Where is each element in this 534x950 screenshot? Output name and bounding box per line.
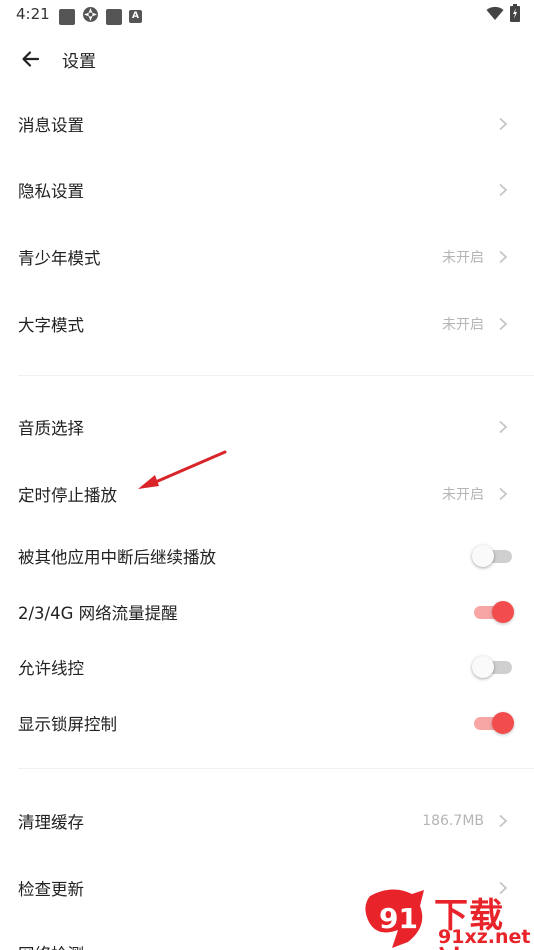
section-divider bbox=[18, 768, 534, 769]
settings-item-audio-quality[interactable]: 音质选择 bbox=[0, 399, 534, 455]
settings-item-label: 允许线控 bbox=[18, 659, 84, 678]
status-notification-icons: A bbox=[59, 6, 142, 27]
lockscreen-control-toggle[interactable] bbox=[472, 710, 514, 736]
settings-item-label: 显示锁屏控制 bbox=[18, 715, 117, 734]
wifi-icon bbox=[486, 6, 504, 25]
settings-item-label: 2/3/4G 网络流量提醒 bbox=[18, 604, 178, 623]
status-bar: 4:21 A bbox=[0, 0, 534, 28]
back-arrow-icon[interactable] bbox=[19, 48, 41, 70]
watermark-logo: 91 bbox=[365, 889, 424, 948]
settings-item-label: 检查更新 bbox=[18, 880, 84, 899]
status-time: 4:21 bbox=[16, 5, 50, 23]
watermark-logo-text: 91 bbox=[379, 902, 418, 935]
square-icon bbox=[106, 8, 122, 25]
settings-item-label: 清理缓存 bbox=[18, 813, 84, 832]
chevron-right-icon bbox=[499, 183, 508, 197]
settings-item-value: 未开启 bbox=[442, 317, 484, 333]
status-system-icons bbox=[486, 4, 520, 26]
section-divider bbox=[18, 375, 534, 376]
settings-item-value: 未开启 bbox=[442, 487, 484, 503]
chevron-right-icon bbox=[499, 814, 508, 828]
battery-icon bbox=[510, 4, 520, 26]
settings-item-clear-cache[interactable]: 清理缓存 186.7MB bbox=[0, 793, 534, 849]
settings-item-resume-after-interrupt: 被其他应用中断后继续播放 bbox=[0, 528, 534, 584]
page-title: 设置 bbox=[62, 52, 96, 72]
settings-item-label: 定时停止播放 bbox=[18, 486, 117, 505]
chevron-right-icon bbox=[499, 420, 508, 434]
chevron-right-icon bbox=[499, 250, 508, 264]
settings-item-sleep-timer[interactable]: 定时停止播放 未开启 bbox=[0, 466, 534, 522]
settings-item-value: 未开启 bbox=[442, 250, 484, 266]
settings-item-label: 网络检测 bbox=[18, 941, 84, 950]
settings-item-large-text[interactable]: 大字模式 未开启 bbox=[0, 296, 534, 352]
settings-item-label: 大字模式 bbox=[18, 316, 84, 335]
settings-item-privacy[interactable]: 隐私设置 bbox=[0, 162, 534, 218]
watermark-domain: 91xz.net bbox=[438, 926, 531, 948]
chevron-right-icon bbox=[499, 117, 508, 131]
settings-item-label: 音质选择 bbox=[18, 419, 84, 438]
wire-control-toggle[interactable] bbox=[472, 654, 514, 680]
watermark: 91 下载站 91xz.net bbox=[362, 886, 534, 950]
settings-item-label: 被其他应用中断后继续播放 bbox=[18, 548, 216, 567]
aperture-icon bbox=[82, 6, 99, 27]
network-reminder-toggle[interactable] bbox=[472, 599, 514, 625]
settings-item-label: 消息设置 bbox=[18, 116, 84, 135]
resume-toggle[interactable] bbox=[472, 543, 514, 569]
settings-item-message[interactable]: 消息设置 bbox=[0, 96, 534, 152]
settings-item-wire-control: 允许线控 bbox=[0, 639, 534, 695]
cache-size-value: 186.7MB bbox=[422, 813, 484, 829]
app-bar: 设置 bbox=[0, 38, 534, 78]
chevron-right-icon bbox=[499, 317, 508, 331]
settings-item-youth-mode[interactable]: 青少年模式 未开启 bbox=[0, 229, 534, 285]
square-icon bbox=[59, 8, 75, 25]
settings-item-label: 青少年模式 bbox=[18, 249, 101, 268]
a-badge-icon: A bbox=[129, 10, 142, 23]
settings-item-label: 隐私设置 bbox=[18, 182, 84, 201]
chevron-right-icon bbox=[499, 487, 508, 501]
settings-item-network-reminder: 2/3/4G 网络流量提醒 bbox=[0, 584, 534, 640]
settings-item-lockscreen-control: 显示锁屏控制 bbox=[0, 695, 534, 751]
